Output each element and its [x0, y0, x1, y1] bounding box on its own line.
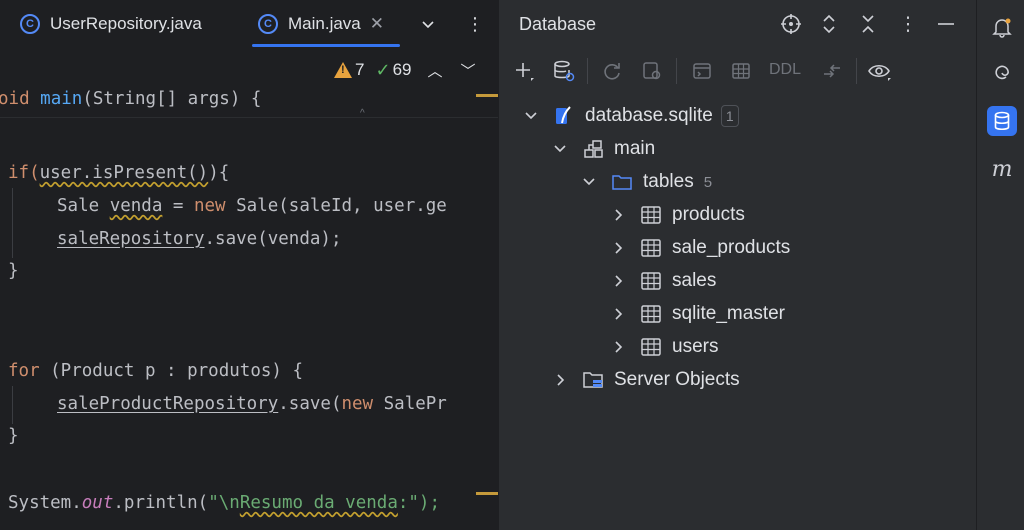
previous-highlight-icon[interactable]: ︿ [427, 60, 442, 81]
tree-label: database.sqlite [585, 105, 713, 126]
tab-user-repository[interactable]: C UserRepository.java [20, 0, 202, 48]
tree-label: main [614, 138, 656, 159]
locate-icon[interactable] [779, 13, 803, 37]
code-line: } [8, 426, 19, 446]
tree-node-table[interactable]: users [610, 332, 718, 362]
tree-label: users [672, 336, 719, 357]
expand-all-icon[interactable] [817, 13, 841, 37]
tree-node-table[interactable]: products [610, 200, 745, 230]
divider [0, 117, 498, 118]
data-source-properties-icon[interactable] [551, 58, 577, 84]
chevron-down-icon[interactable] [523, 108, 539, 124]
chevron-down-icon[interactable] [420, 0, 436, 48]
inspection-widget[interactable]: 7 ✓ 69 ︿ ﹀ [334, 56, 476, 84]
chevron-right-icon[interactable] [610, 207, 626, 223]
more-vertical-icon[interactable]: ⋮ [896, 13, 920, 37]
tree-node-database[interactable]: database.sqlite 1 [523, 101, 739, 131]
compare-icon[interactable] [819, 58, 845, 84]
notifications-icon[interactable] [987, 12, 1017, 42]
ai-assistant-icon[interactable] [987, 58, 1017, 88]
code-line: saleProductRepository.save(new SalePr [57, 394, 447, 414]
chevron-right-icon[interactable] [610, 306, 626, 322]
editor-tab-bar: C UserRepository.java C Main.java ✕ ⋮ [0, 0, 498, 48]
tree-node-schema-main[interactable]: main [552, 134, 655, 164]
chevron-right-icon[interactable] [610, 339, 626, 355]
tree-node-table[interactable]: sqlite_master [610, 299, 785, 329]
scroll-marker [476, 492, 498, 512]
class-icon: C [20, 14, 40, 34]
database-toolbar: DDL [499, 50, 977, 90]
warning-count: 7 [355, 60, 365, 79]
tool-window-title: Database [519, 14, 597, 34]
code-line: Sale venda = new Sale(saleId, user.ge [57, 196, 447, 216]
code-line: } [8, 261, 19, 281]
database-icon[interactable] [987, 106, 1017, 136]
code-line: System.out.println("\nResumo da venda:")… [8, 493, 441, 513]
tab-label: Main.java [288, 14, 361, 33]
code-editor[interactable]: C UserRepository.java C Main.java ✕ ⋮ 7 … [0, 0, 498, 530]
database-tool-window: Database ⋮ DDL database.sqlite 1 main ta… [498, 0, 976, 530]
console-icon[interactable] [689, 58, 715, 84]
code-line: for (Product p : produtos) { [8, 361, 304, 381]
check-icon: ✓ [375, 59, 391, 80]
scroll-marker [476, 94, 498, 97]
toolbar-separator [587, 58, 588, 84]
table-icon [640, 303, 662, 325]
next-highlight-icon[interactable]: ﹀ [461, 60, 476, 81]
toolbar-separator [856, 58, 857, 84]
tree-label: products [672, 204, 745, 225]
folder-icon [611, 171, 633, 193]
tree-node-tables[interactable]: tables 5 [581, 167, 712, 197]
ddl-button[interactable]: DDL [769, 61, 801, 79]
more-vertical-icon[interactable]: ⋮ [466, 0, 484, 48]
chevron-right-icon[interactable] [552, 372, 568, 388]
close-icon[interactable]: ✕ [370, 14, 384, 34]
tree-node-server-objects[interactable]: Server Objects [552, 365, 740, 395]
tree-label: Server Objects [614, 369, 740, 390]
table-icon [640, 270, 662, 292]
class-icon: C [258, 14, 278, 34]
right-tool-stripe: m [976, 0, 1024, 530]
table-count: 5 [703, 173, 713, 191]
ok-count: 69 [392, 60, 412, 79]
tree-node-table[interactable]: sales [610, 266, 716, 296]
chevron-right-icon[interactable] [610, 240, 626, 256]
maven-icon[interactable]: m [987, 154, 1017, 184]
indent-guide [12, 386, 13, 424]
tree-label: sale_products [672, 237, 791, 258]
table-icon [640, 204, 662, 226]
minimize-icon[interactable] [934, 13, 958, 37]
collapse-all-icon[interactable] [856, 13, 880, 37]
sqlite-icon [553, 105, 575, 127]
code-line: if(user.isPresent()){ [8, 163, 230, 183]
tree-label: sqlite_master [672, 303, 785, 324]
code-line: oid main(String[] args) { [0, 89, 262, 109]
chevron-right-icon[interactable] [610, 273, 626, 289]
table-icon [640, 237, 662, 259]
tree-node-table[interactable]: sale_products [610, 233, 790, 263]
chevron-down-icon[interactable] [552, 141, 568, 157]
database-header: Database ⋮ [499, 0, 977, 50]
refresh-icon[interactable] [599, 58, 625, 84]
connection-count: 1 [720, 105, 739, 127]
tree-label: tables [643, 171, 694, 192]
query-console-icon[interactable] [639, 58, 665, 84]
add-icon[interactable] [511, 58, 537, 84]
indent-guide [12, 188, 13, 258]
chevron-down-icon[interactable] [581, 174, 597, 190]
eye-icon[interactable] [867, 58, 893, 84]
tab-main-java[interactable]: C Main.java ✕ [258, 0, 384, 48]
tab-label: UserRepository.java [50, 14, 202, 33]
active-tab-indicator [252, 44, 400, 47]
toolbar-separator [676, 58, 677, 84]
table-icon [640, 336, 662, 358]
schema-icon [582, 138, 604, 160]
server-objects-icon [582, 369, 604, 391]
code-line: saleRepository.save(venda); [57, 229, 342, 249]
table-view-icon[interactable] [728, 58, 754, 84]
warning-icon [334, 62, 352, 78]
tree-label: sales [672, 270, 717, 291]
